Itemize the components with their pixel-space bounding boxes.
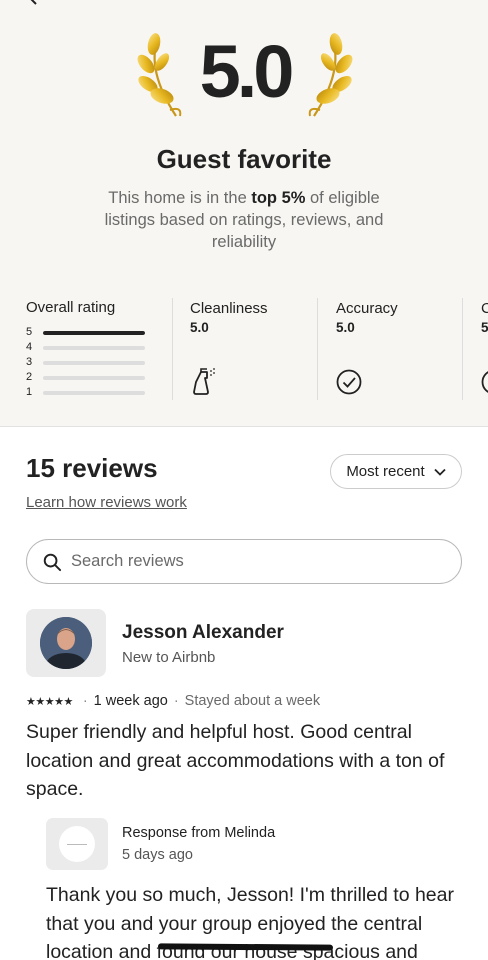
stay-duration: Stayed about a week [184, 693, 321, 709]
guest-favorite-title: Guest favorite [156, 144, 332, 174]
reviewer-avatar-container[interactable] [26, 609, 106, 677]
divider [462, 298, 463, 400]
rating-bar-row: 5 [26, 325, 148, 340]
guest-favorite-description: This home is in the top 5% of eligible l… [104, 189, 384, 251]
divider [172, 298, 173, 400]
reviewer-subtitle: New to Airbnb [122, 649, 216, 666]
sort-dropdown-button[interactable]: Most recent [330, 454, 462, 489]
rating-bar-row: 3 [26, 355, 148, 370]
category-label-cleanliness: Cleanliness [190, 300, 268, 317]
key-icon [481, 371, 488, 393]
divider [317, 298, 318, 400]
rating-bar-star: 2 [26, 371, 33, 383]
spray-bottle-icon [193, 368, 215, 395]
chevron-down-icon [434, 468, 446, 476]
back-arrow-icon[interactable] [26, 0, 42, 6]
sort-label: Most recent [346, 463, 425, 480]
category-value-truncated: 5 [481, 320, 488, 335]
review-time: 1 week ago [93, 693, 168, 709]
rating-bar-track [43, 331, 145, 335]
rating-bar-star: 3 [26, 356, 33, 368]
star-rating: ★★★★★ [26, 695, 73, 708]
rating-bar-row: 1 [26, 385, 148, 400]
reviewer-name[interactable]: Jesson Alexander [122, 622, 284, 644]
rating-bar-track [43, 346, 145, 350]
category-value-cleanliness: 5.0 [190, 320, 209, 335]
rating-bar-fill [43, 331, 145, 335]
overall-rating-label: Overall rating [26, 299, 116, 316]
overall-rating-value: 5.0 [199, 30, 295, 113]
rating-bar-track [43, 361, 145, 365]
laurel-right-icon [308, 33, 353, 117]
separator-dot: · [82, 693, 88, 709]
learn-how-reviews-work-link[interactable]: Learn how reviews work [26, 494, 187, 511]
category-label-truncated: C [481, 300, 488, 317]
reviews-count-title: 15 reviews [26, 453, 158, 483]
rating-bar-track [43, 391, 145, 395]
category-value-accuracy: 5.0 [336, 320, 355, 335]
rating-categories[interactable]: Overall rating 5 4 3 2 1 Cleanliness 5.0 Acc… [0, 296, 488, 402]
search-input[interactable] [71, 540, 451, 583]
rating-bar-star: 1 [26, 386, 33, 398]
host-avatar [46, 818, 108, 870]
laurel-left-icon [137, 33, 182, 117]
host-response-date: 5 days ago [122, 847, 193, 863]
redaction-scribble [157, 943, 334, 951]
host-response-title: Response from Melinda [122, 825, 276, 841]
review-meta: ★★★★★ · 1 week ago · Stayed about a week [26, 693, 320, 709]
rating-bar-row: 2 [26, 370, 148, 385]
rating-bar-star: 5 [26, 326, 33, 338]
review-text: Super friendly and helpful host. Good ce… [26, 721, 445, 800]
search-icon [43, 553, 62, 572]
rating-bar-track [43, 376, 145, 380]
host-logo-icon [59, 826, 95, 862]
rating-bar-star: 4 [26, 341, 33, 353]
category-label-accuracy: Accuracy [336, 300, 398, 317]
search-reviews-field[interactable] [26, 539, 462, 584]
guest-favorite-hero: 5.0 Guest favorite This home is in the t… [0, 0, 488, 427]
check-circle-icon [336, 369, 362, 395]
separator-dot: · [173, 693, 179, 709]
rating-bar-row: 4 [26, 340, 148, 355]
avatar [40, 617, 92, 669]
